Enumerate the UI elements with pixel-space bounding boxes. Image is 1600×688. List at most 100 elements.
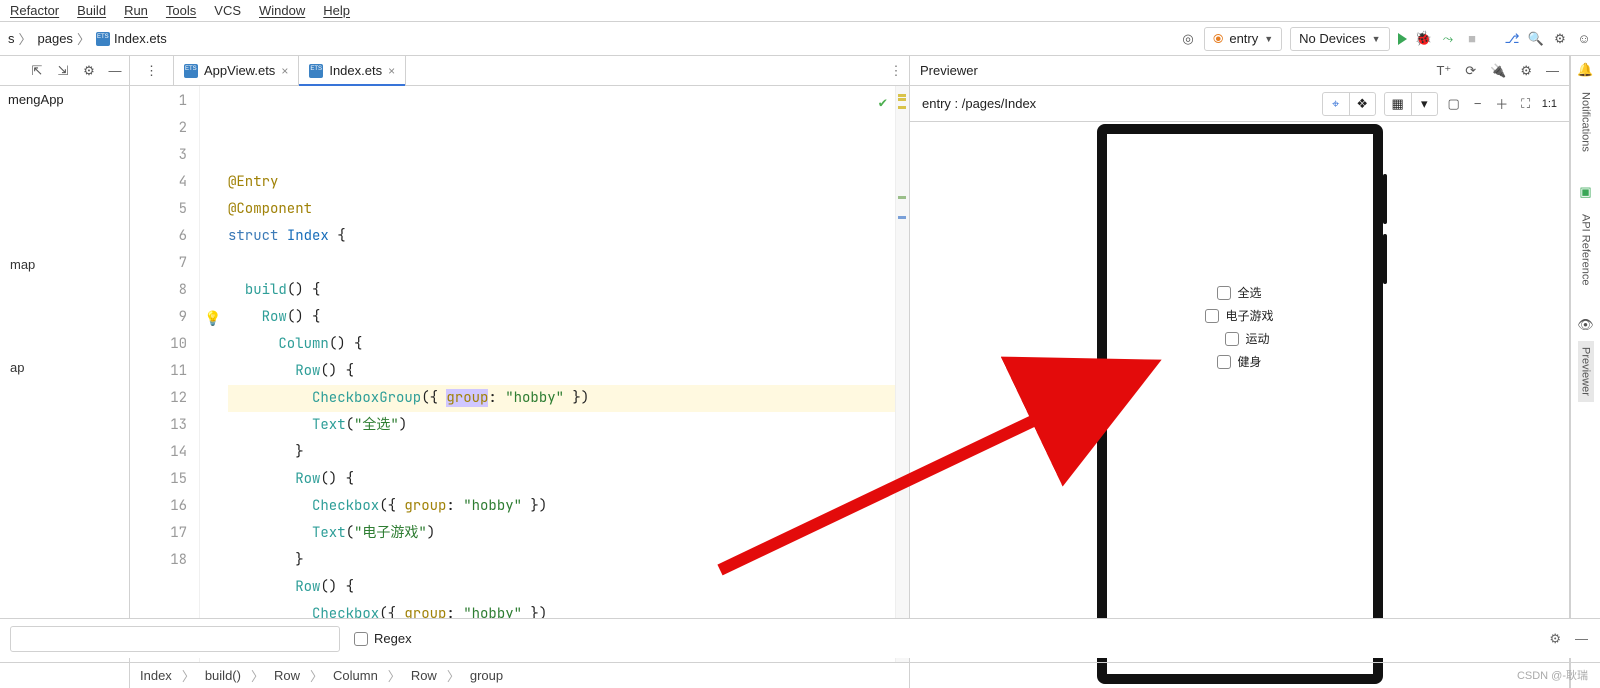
crumb-root[interactable]: s [8,31,15,46]
preview-checkbox-row[interactable]: 电子游戏 [1205,307,1273,324]
menu-window[interactable]: Window [259,3,305,18]
previewer-title: Previewer [920,63,978,78]
gear-icon[interactable]: ⚙ [1552,31,1568,47]
tabs-dropdown-icon[interactable]: ⋮ [144,63,160,79]
line-gutter: 123456789101112131415161718 [130,86,200,662]
rotate-icon[interactable]: ▢ [1446,96,1462,112]
inspect-icon[interactable]: ⌖ [1323,93,1349,115]
preview-checkbox-row[interactable]: 全选 [1217,284,1261,301]
checkbox-icon [354,632,368,646]
bell-icon[interactable]: 🔔 [1578,62,1594,78]
target-icon[interactable]: ◎ [1180,31,1196,47]
run-config-selector[interactable]: 🞊entry▼ [1204,27,1282,51]
checkbox-icon[interactable] [1217,286,1231,300]
editor: ⋮ AppView.ets × Index.ets × ⋮ 1234567891… [130,56,910,688]
inspection-ok-icon: ✔ [879,90,887,117]
tabs-menu-icon[interactable]: ⋮ [883,56,909,85]
coverage-button[interactable]: ⤳ [1440,31,1456,47]
error-stripe[interactable] [895,86,909,662]
checkbox-label: 健身 [1237,353,1261,370]
findbar-hide-icon[interactable]: — [1575,631,1588,647]
checkbox-label: 运动 [1245,330,1269,347]
plug-icon[interactable]: 🔌 [1490,63,1506,79]
eye-icon[interactable]: 👁 [1578,317,1594,333]
breadcrumb[interactable]: s〉 pages〉 Index.ets [8,29,167,48]
project-node-ap[interactable]: ap [0,356,129,379]
crumb-file[interactable]: Index.ets [114,31,167,46]
rail-notifications[interactable]: Notifications [1578,86,1594,158]
menu-refactor[interactable]: Refactor [10,3,59,18]
avatar-icon[interactable]: ☺ [1576,31,1592,47]
tab-index[interactable]: Index.ets × [299,56,406,85]
project-gear-icon[interactable]: ⚙ [81,63,97,79]
fold-column[interactable]: 💡 [200,86,224,662]
layout-group[interactable]: ▦ ▾ [1384,92,1438,116]
font-size-icon[interactable]: T⁺ [1436,63,1451,79]
right-toolwindow-rail: 🔔 Notifications ▣ API Reference 👁 Previe… [1570,56,1600,688]
git-branch-icon[interactable]: ⎇ [1504,31,1520,47]
project-pane: ⇱ ⇲ ⚙ — mengApp map ap [0,56,130,688]
regex-label: Regex [374,631,412,646]
menu-run[interactable]: Run [124,3,148,18]
checkbox-icon[interactable] [1205,309,1219,323]
previewer-entry-label: entry : /pages/Index [922,96,1036,111]
preview-checkbox-row[interactable]: 运动 [1225,330,1269,347]
crumb-pages[interactable]: pages [38,31,73,46]
checkbox-icon[interactable] [1225,332,1239,346]
zoom-in-icon[interactable]: ＋ [1494,96,1510,112]
zoom-out-icon[interactable]: − [1470,96,1486,112]
tab-label: AppView.ets [204,63,275,78]
previewer-gear-icon[interactable]: ⚙ [1520,63,1532,79]
fit-icon[interactable]: ⛶ [1518,96,1534,112]
phone-content: 全选电子游戏运动健身 [1107,284,1373,370]
preview-checkbox-row[interactable]: 健身 [1217,353,1261,370]
ets-file-icon [96,32,110,46]
debug-button[interactable]: 🐞 [1415,30,1432,47]
findbar-gear-icon[interactable]: ⚙ [1549,631,1561,647]
rail-api-reference[interactable]: API Reference [1578,208,1594,292]
menu-help[interactable]: Help [323,3,350,18]
code-area[interactable]: 123456789101112131415161718 💡 ✔ @Entry@C… [130,86,909,662]
menu-tools[interactable]: Tools [166,3,196,18]
project-hide-icon[interactable]: — [107,63,123,79]
project-node-map[interactable]: map [0,253,129,276]
layers-icon[interactable]: ❖ [1349,93,1375,115]
stop-button[interactable]: ■ [1464,31,1480,47]
tab-appview[interactable]: AppView.ets × [174,56,299,85]
regex-checkbox[interactable]: Regex [354,631,412,646]
previewer-pane: Previewer T⁺ ⟳ 🔌 ⚙ — entry : /pages/Inde… [910,56,1570,688]
project-root[interactable]: mengApp [0,86,129,113]
editor-tabs: ⋮ AppView.ets × Index.ets × ⋮ [130,56,909,86]
refresh-icon[interactable]: ⟳ [1465,63,1476,79]
checkbox-label: 全选 [1237,284,1261,301]
nav-row: s〉 pages〉 Index.ets ◎ 🞊entry▼ No Devices… [0,22,1600,56]
checkbox-icon[interactable] [1217,355,1231,369]
expand-all-icon[interactable]: ⇱ [29,63,45,79]
search-icon[interactable]: 🔍 [1528,31,1544,47]
ets-file-icon [184,64,198,78]
zoom-ratio[interactable]: 1:1 [1542,98,1557,110]
chevron-down-icon[interactable]: ▾ [1411,93,1437,115]
rail-previewer[interactable]: Previewer [1578,341,1594,402]
menubar[interactable]: Refactor Build Run Tools VCS Window Help [0,0,1600,22]
phone-frame: 全选电子游戏运动健身 [1097,124,1383,684]
inspect-mode-group[interactable]: ⌖ ❖ [1322,92,1376,116]
api-icon[interactable]: ▣ [1578,184,1594,200]
close-icon[interactable]: × [281,64,288,78]
find-input[interactable] [10,626,340,652]
collapse-all-icon[interactable]: ⇲ [55,63,71,79]
find-bar: Regex ⚙ — [0,618,1600,658]
device-selector[interactable]: No Devices▼ [1290,27,1389,51]
device-canvas: 全选电子游戏运动健身 [910,122,1569,688]
previewer-hide-icon[interactable]: — [1546,63,1559,78]
run-button[interactable] [1398,33,1407,45]
intention-bulb-icon[interactable]: 💡 [204,306,221,333]
status-bar: CSDN @-耿瑞 [0,662,1600,688]
grid-icon[interactable]: ▦ [1385,93,1411,115]
code-body[interactable]: ✔ @Entry@Componentstruct Index { build()… [224,86,895,662]
menu-vcs[interactable]: VCS [214,3,241,18]
close-icon[interactable]: × [388,64,395,78]
ets-file-icon [309,64,323,78]
checkbox-label: 电子游戏 [1225,307,1273,324]
menu-build[interactable]: Build [77,3,106,18]
